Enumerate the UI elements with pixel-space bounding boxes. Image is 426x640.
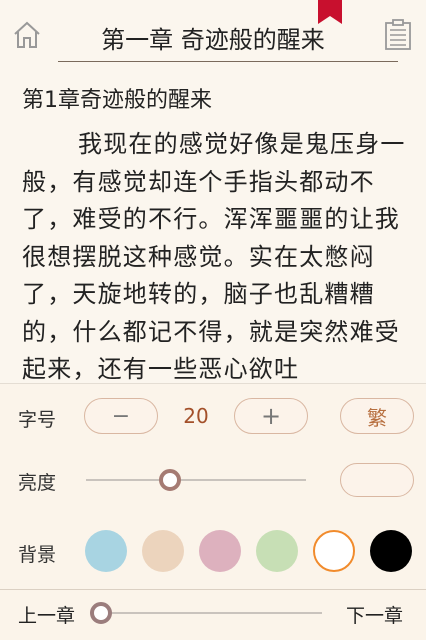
increase-font-button[interactable]: + bbox=[234, 398, 308, 434]
next-chapter-button[interactable]: 下一章 bbox=[346, 601, 403, 628]
clipboard-list-icon[interactable] bbox=[384, 19, 412, 51]
moon-icon bbox=[372, 472, 380, 488]
brightness-slider-track[interactable] bbox=[86, 479, 306, 481]
chapter-heading: 第1章奇迹般的醒来 bbox=[22, 88, 212, 113]
divider bbox=[0, 589, 426, 590]
reading-settings-panel: 字号 − 20 + 繁 亮度 背景 上一章 下一章 bbox=[0, 383, 426, 640]
brightness-slider-thumb[interactable] bbox=[158, 469, 181, 491]
bookmark-icon[interactable] bbox=[318, 0, 342, 24]
background-swatch[interactable] bbox=[370, 530, 412, 572]
chapter-progress-thumb[interactable] bbox=[90, 602, 112, 624]
home-icon[interactable] bbox=[12, 20, 42, 50]
prev-chapter-button[interactable]: 上一章 bbox=[18, 601, 75, 628]
font-size-label: 字号 bbox=[18, 409, 57, 431]
background-label: 背景 bbox=[18, 544, 57, 566]
minus-icon: − bbox=[111, 403, 131, 429]
night-mode-button[interactable] bbox=[340, 463, 414, 497]
chapter-progress-track[interactable] bbox=[96, 612, 322, 614]
brightness-label: 亮度 bbox=[18, 472, 57, 494]
background-swatch[interactable] bbox=[256, 530, 298, 572]
background-swatch[interactable] bbox=[313, 530, 355, 572]
top-bar: 第一章 奇迹般的醒来 bbox=[0, 0, 426, 66]
traditional-label: 繁 bbox=[367, 405, 387, 430]
background-swatch[interactable] bbox=[142, 530, 184, 572]
background-swatch[interactable] bbox=[199, 530, 241, 572]
chapter-content: 我现在的感觉好像是鬼压身一般，有感觉却连个手指头都动不了，难受的不行。浑浑噩噩的… bbox=[22, 130, 406, 383]
decrease-font-button[interactable]: − bbox=[84, 398, 158, 434]
traditional-chinese-toggle[interactable]: 繁 bbox=[340, 398, 414, 434]
plus-icon: + bbox=[260, 402, 282, 430]
chapter-title: 第一章 奇迹般的醒来 bbox=[101, 26, 325, 54]
font-size-value: 20 bbox=[183, 404, 209, 428]
background-swatch[interactable] bbox=[85, 530, 127, 572]
title-underline bbox=[58, 61, 398, 62]
